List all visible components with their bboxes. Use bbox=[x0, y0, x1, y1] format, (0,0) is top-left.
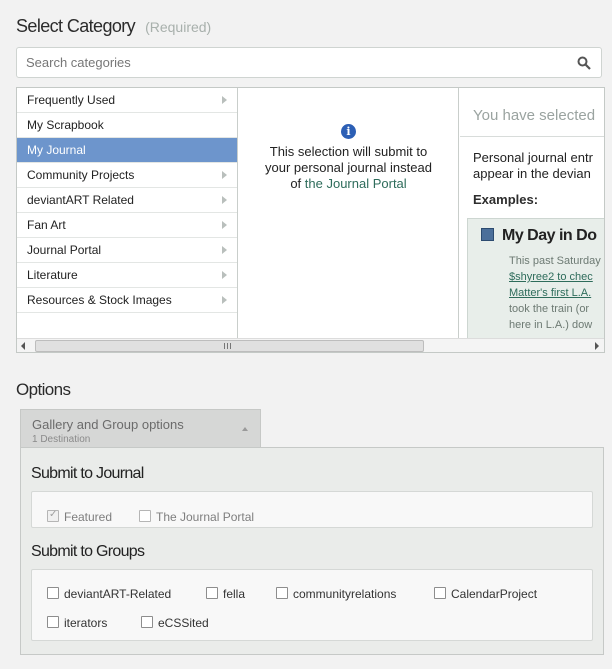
select-category-title: Select Category bbox=[16, 16, 136, 36]
example-line: This past Saturday bbox=[509, 255, 601, 267]
search-input[interactable] bbox=[17, 48, 557, 77]
selected-category-panel: You have selected Personal journal entr … bbox=[460, 88, 604, 338]
checkbox-label: iterators bbox=[64, 616, 108, 630]
user-link[interactable]: $shyree2 to chec bbox=[509, 271, 593, 283]
search-icon[interactable] bbox=[577, 56, 591, 70]
examples-label: Examples: bbox=[473, 192, 539, 207]
checkbox-label: fella bbox=[223, 587, 246, 601]
submit-to-journal-heading: Submit to Journal bbox=[31, 465, 144, 482]
chevron-right-icon bbox=[222, 221, 227, 229]
info-prefix: of bbox=[290, 176, 302, 191]
category-item-frequently-used[interactable]: Frequently Used bbox=[17, 88, 237, 113]
checkbox-label: Featured bbox=[64, 510, 113, 524]
example-line: took the train (or bbox=[509, 303, 590, 315]
scroll-right-arrow-icon[interactable] bbox=[595, 342, 599, 350]
checkbox[interactable] bbox=[47, 587, 59, 599]
group-checkbox-ecssited[interactable]: eCSSited bbox=[141, 616, 209, 630]
checkbox[interactable] bbox=[434, 587, 446, 599]
chevron-right-icon bbox=[222, 271, 227, 279]
category-label: deviantART Related bbox=[27, 193, 134, 207]
journal-portal-checkbox[interactable]: The Journal Portal bbox=[139, 510, 254, 524]
journal-icon bbox=[481, 228, 494, 241]
checkbox[interactable] bbox=[47, 509, 59, 522]
category-label: Resources & Stock Images bbox=[27, 293, 172, 307]
category-label: Community Projects bbox=[27, 168, 135, 182]
category-list: Frequently Used My Scrapbook My Journal … bbox=[17, 88, 238, 338]
checkbox[interactable] bbox=[47, 616, 59, 628]
chevron-right-icon bbox=[222, 296, 227, 304]
info-line: your personal journal instead bbox=[265, 160, 432, 175]
options-panel: Submit to Journal Featured The Journal P… bbox=[20, 447, 604, 655]
checkbox[interactable] bbox=[139, 510, 151, 522]
featured-checkbox[interactable]: Featured bbox=[47, 509, 113, 524]
selected-description: Personal journal entr appear in the devi… bbox=[473, 150, 604, 182]
example-body: This past Saturday $shyree2 to chec Matt… bbox=[481, 253, 604, 333]
description-line: appear in the devian bbox=[473, 166, 591, 181]
divider bbox=[460, 136, 604, 137]
gallery-tab-sub: 1 Destination bbox=[32, 434, 91, 445]
example-line: here in L.A.) dow bbox=[509, 319, 593, 331]
scroll-left-arrow-icon[interactable] bbox=[21, 342, 25, 350]
checkbox[interactable] bbox=[141, 616, 153, 628]
category-label: My Scrapbook bbox=[27, 118, 104, 132]
chevron-up-icon bbox=[242, 427, 248, 431]
checkbox-label: deviantART-Related bbox=[64, 587, 172, 601]
category-item-my-scrapbook[interactable]: My Scrapbook bbox=[17, 113, 237, 138]
category-item-community-projects[interactable]: Community Projects bbox=[17, 163, 237, 188]
category-item-my-journal[interactable]: My Journal bbox=[17, 138, 237, 163]
groups-box: deviantART-Related fella communityrelati… bbox=[31, 569, 593, 641]
checkbox-label: communityrelations bbox=[293, 587, 397, 601]
user-link[interactable]: Matter's first L.A. bbox=[509, 287, 591, 299]
select-category-heading: Select Category (Required) bbox=[16, 16, 211, 37]
info-line: of the Journal Portal bbox=[239, 176, 458, 192]
journal-options-box: Featured The Journal Portal bbox=[31, 491, 593, 528]
example-line: $shyree2 to chec bbox=[509, 269, 604, 285]
info-icon: i bbox=[341, 124, 356, 139]
category-label: Fan Art bbox=[27, 218, 66, 232]
group-checkbox-iterators[interactable]: iterators bbox=[47, 616, 107, 630]
grip-icon bbox=[224, 343, 231, 349]
group-checkbox-calendarproject[interactable]: CalendarProject bbox=[434, 587, 537, 601]
category-label: Frequently Used bbox=[27, 93, 116, 107]
chevron-right-icon bbox=[222, 171, 227, 179]
checkbox-label: CalendarProject bbox=[451, 587, 538, 601]
checkbox[interactable] bbox=[206, 587, 218, 599]
selected-title: You have selected bbox=[473, 107, 596, 124]
options-heading: Options bbox=[16, 380, 71, 399]
journal-portal-link[interactable]: the Journal Portal bbox=[305, 176, 407, 191]
chevron-right-icon bbox=[222, 196, 227, 204]
category-item-deviantart-related[interactable]: deviantART Related bbox=[17, 188, 237, 213]
gallery-tab-label: Gallery and Group options bbox=[32, 417, 184, 432]
scrollbar-thumb[interactable] bbox=[35, 340, 424, 352]
required-label: (Required) bbox=[145, 19, 212, 35]
category-browser: Frequently Used My Scrapbook My Journal … bbox=[16, 87, 605, 353]
selection-info-text: This selection will submit to your perso… bbox=[239, 144, 458, 192]
category-item-fan-art[interactable]: Fan Art bbox=[17, 213, 237, 238]
group-checkbox-fella[interactable]: fella bbox=[206, 587, 245, 601]
horizontal-scrollbar[interactable] bbox=[17, 338, 604, 352]
example-title-text: My Day in Do bbox=[502, 227, 597, 244]
example-line: Matter's first L.A. bbox=[509, 285, 604, 301]
category-item-journal-portal[interactable]: Journal Portal bbox=[17, 238, 237, 263]
gallery-group-options-tab[interactable]: Gallery and Group options 1 Destination bbox=[20, 409, 261, 447]
checkbox[interactable] bbox=[276, 587, 288, 599]
example-title: My Day in Do bbox=[481, 227, 604, 245]
description-line: Personal journal entr bbox=[473, 150, 593, 165]
category-item-literature[interactable]: Literature bbox=[17, 263, 237, 288]
group-checkbox-deviantart-related[interactable]: deviantART-Related bbox=[47, 587, 171, 601]
category-search bbox=[16, 47, 602, 78]
checkbox-label: The Journal Portal bbox=[156, 510, 255, 524]
category-label: Journal Portal bbox=[27, 243, 102, 257]
category-item-resources-stock-images[interactable]: Resources & Stock Images bbox=[17, 288, 237, 313]
checkbox-label: eCSSited bbox=[158, 616, 209, 630]
chevron-right-icon bbox=[222, 96, 227, 104]
category-label: My Journal bbox=[27, 143, 86, 157]
selection-info-panel: i This selection will submit to your per… bbox=[239, 88, 459, 338]
info-line: This selection will submit to bbox=[269, 144, 428, 159]
example-card[interactable]: My Day in Do This past Saturday $shyree2… bbox=[467, 218, 604, 338]
submit-to-groups-heading: Submit to Groups bbox=[31, 543, 145, 560]
chevron-right-icon bbox=[222, 246, 227, 254]
group-checkbox-communityrelations[interactable]: communityrelations bbox=[276, 587, 396, 601]
category-label: Literature bbox=[27, 268, 78, 282]
